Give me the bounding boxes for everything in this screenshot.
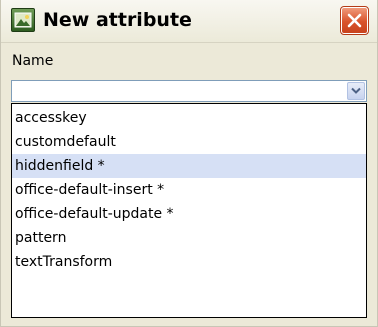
title-bar[interactable]: New attribute [1,0,377,43]
close-button[interactable] [340,6,369,35]
name-combobox[interactable] [11,80,367,102]
list-item[interactable]: office-default-update * [12,202,366,226]
chevron-down-icon [351,87,361,94]
new-attribute-dialog: New attribute Name accesskey customdefau… [0,0,378,327]
name-label: Name [12,53,54,69]
close-icon [347,13,362,28]
list-item-selected[interactable]: hiddenfield * [12,154,366,178]
list-item[interactable]: accesskey [12,106,366,130]
list-item[interactable]: pattern [12,226,366,250]
list-item[interactable]: customdefault [12,130,366,154]
image-icon [11,8,35,32]
list-item[interactable]: textTransform [12,250,366,274]
dialog-title: New attribute [43,9,192,31]
list-item[interactable]: office-default-insert * [12,178,366,202]
attribute-dropdown-list[interactable]: accesskey customdefault hiddenfield * of… [11,103,367,318]
dropdown-button[interactable] [347,82,365,100]
